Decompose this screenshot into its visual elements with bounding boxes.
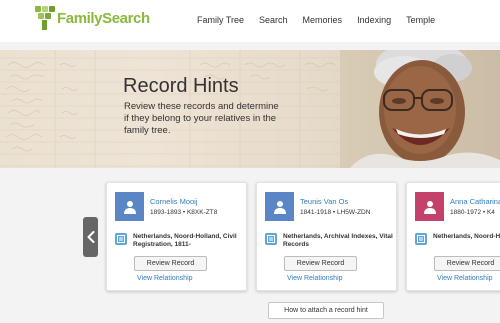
record-icon	[415, 233, 427, 245]
record-collection-title: Netherlands, Noord-Holland, Civil Regist…	[133, 233, 237, 248]
record-hint-card: Cornelis Mooij 1893-1893 • K8XK-ZT8 Neth…	[106, 182, 247, 291]
record-icon	[115, 233, 127, 245]
familysearch-logo[interactable]: FamilySearch	[35, 5, 150, 31]
view-relationship-link[interactable]: View Relationship	[437, 275, 493, 282]
how-to-attach-hint-button[interactable]: How to attach a record hint	[268, 302, 384, 319]
record-hint-card: Teunis Van Os 1841-1918 • LH5W-ZDN Nethe…	[256, 182, 397, 291]
review-record-button[interactable]: Review Record	[134, 256, 207, 271]
nav-search[interactable]: Search	[259, 15, 288, 25]
avatar	[115, 192, 144, 221]
review-record-button[interactable]: Review Record	[434, 256, 500, 271]
avatar	[265, 192, 294, 221]
main-nav: Family Tree Search Memories Indexing Tem…	[197, 15, 450, 25]
review-record-button[interactable]: Review Record	[284, 256, 357, 271]
person-lifespan-id: 1893-1893 • K8XK-ZT8	[150, 209, 218, 216]
view-relationship-link[interactable]: View Relationship	[287, 275, 343, 282]
person-lifespan-id: 1880-1972 • K4	[450, 209, 495, 216]
avatar	[415, 192, 444, 221]
person-icon	[423, 200, 436, 214]
nav-memories[interactable]: Memories	[303, 15, 343, 25]
hero-title: Record Hints	[123, 75, 239, 97]
logo-text: FamilySearch	[57, 9, 150, 27]
record-hint-card: Anna Catharina 1880-1972 • K4 Netherland…	[406, 182, 500, 291]
hero-subtitle: Review these records and determine if th…	[124, 101, 279, 136]
record-collection-title: Netherlands, Archival Indexes, Vital Rec…	[283, 233, 393, 248]
carousel-prev-button[interactable]	[83, 217, 98, 257]
record-icon	[265, 233, 277, 245]
view-relationship-link[interactable]: View Relationship	[137, 275, 193, 282]
person-name-link[interactable]: Anna Catharina	[450, 197, 500, 206]
nav-temple[interactable]: Temple	[406, 15, 435, 25]
nav-indexing[interactable]: Indexing	[357, 15, 391, 25]
hero-woman-photo	[340, 50, 500, 168]
chevron-left-icon	[87, 231, 94, 243]
family-tree-logo-icon	[35, 6, 55, 30]
person-name-link[interactable]: Cornelis Mooij	[150, 197, 198, 206]
person-icon	[123, 200, 136, 214]
nav-family-tree[interactable]: Family Tree	[197, 15, 244, 25]
person-name-link[interactable]: Teunis Van Os	[300, 197, 348, 206]
person-icon	[273, 200, 286, 214]
record-collection-title: Netherlands, Noord-Holland,	[433, 233, 500, 240]
page: FamilySearch Family Tree Search Memories…	[0, 0, 500, 323]
person-lifespan-id: 1841-1918 • LH5W-ZDN	[300, 209, 371, 216]
top-bar: FamilySearch Family Tree Search Memories…	[0, 0, 500, 42]
